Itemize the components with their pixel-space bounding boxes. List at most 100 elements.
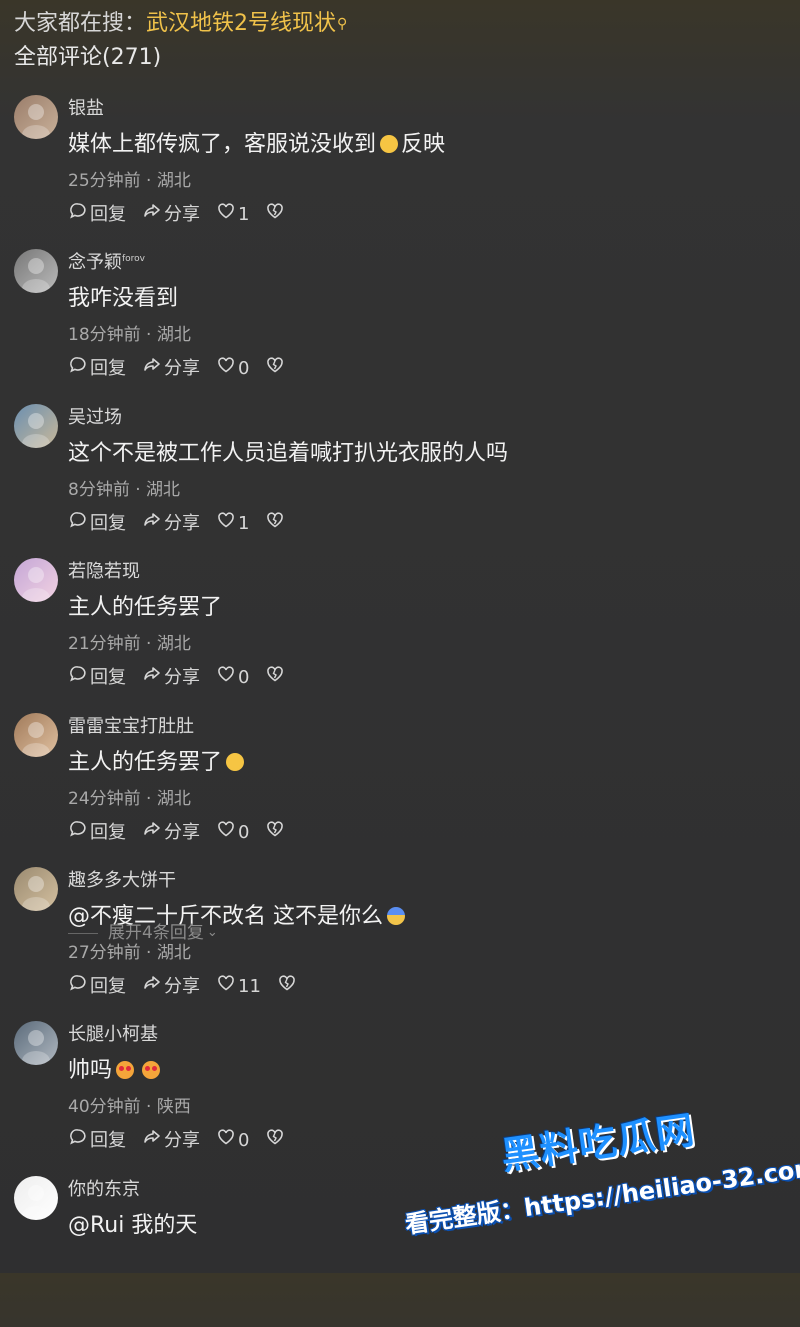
search-suggestion[interactable]: 大家都在搜：武汉地铁2号线现状⚲ bbox=[14, 8, 786, 40]
search-icon: ⚲ bbox=[337, 16, 348, 32]
broken-heart-icon bbox=[265, 819, 285, 847]
avatar[interactable] bbox=[14, 1021, 58, 1066]
like-button[interactable]: 0 bbox=[216, 664, 249, 692]
share-icon bbox=[142, 201, 164, 229]
dislike-button[interactable] bbox=[265, 819, 285, 847]
reply-button[interactable]: 回复 bbox=[68, 510, 126, 538]
divider bbox=[68, 932, 98, 934]
comment-actions: 回复 分享 0 bbox=[68, 1127, 790, 1155]
avatar[interactable] bbox=[14, 1175, 58, 1220]
like-button[interactable]: 0 bbox=[216, 355, 249, 383]
comment-text: 帅吗 bbox=[68, 1054, 790, 1088]
username[interactable]: 念予颖forov bbox=[68, 246, 790, 276]
reply-button[interactable]: 回复 bbox=[68, 819, 126, 847]
broken-heart-icon bbox=[277, 973, 297, 1001]
like-count: 0 bbox=[238, 667, 250, 689]
comment-text: 主人的任务罢了 bbox=[68, 746, 790, 780]
comment-actions: 回复 分享 0 bbox=[68, 664, 790, 692]
comment-item: 银盐媒体上都传疯了，客服说没收到 反映 25分钟前 · 湖北回复 分享 1 bbox=[0, 92, 800, 246]
share-button[interactable]: 分享 bbox=[142, 664, 200, 692]
expand-replies-button[interactable]: 展开4条回复 ⌄ bbox=[68, 920, 218, 946]
comment-text: 我咋没看到 bbox=[68, 286, 179, 312]
comment-icon bbox=[68, 1127, 90, 1155]
comment-icon bbox=[68, 355, 90, 383]
share-button[interactable]: 分享 bbox=[142, 973, 200, 1001]
like-button[interactable]: 11 bbox=[216, 973, 261, 1001]
avatar[interactable] bbox=[14, 712, 58, 757]
comment-text: 媒体上都传疯了，客服说没收到 反映 bbox=[68, 132, 446, 157]
comment-meta: 8分钟前 · 湖北 bbox=[68, 479, 181, 500]
comment-meta: 21分钟前 · 湖北 bbox=[68, 634, 191, 655]
username[interactable]: 你的东京 bbox=[68, 1173, 790, 1203]
comment-icon bbox=[68, 819, 90, 847]
comment-icon bbox=[68, 201, 90, 229]
header: 大家都在搜：武汉地铁2号线现状⚲ 全部评论(271) bbox=[0, 0, 800, 74]
search-prefix: 大家都在搜： bbox=[14, 11, 147, 36]
username[interactable]: 吴过场 bbox=[68, 401, 790, 431]
avatar[interactable] bbox=[14, 249, 58, 294]
share-button[interactable]: 分享 bbox=[142, 355, 200, 383]
reply-button[interactable]: 回复 bbox=[68, 973, 126, 1001]
like-count: 1 bbox=[238, 204, 250, 225]
share-button[interactable]: 分享 bbox=[142, 1127, 200, 1155]
emoji-icon bbox=[387, 906, 405, 925]
dislike-button[interactable] bbox=[265, 1127, 285, 1155]
username[interactable]: 银盐 bbox=[68, 92, 790, 122]
share-icon bbox=[142, 510, 164, 538]
comment-meta: 24分钟前 · 湖北 bbox=[68, 788, 191, 809]
heart-eyes-emoji-icon bbox=[116, 1061, 135, 1080]
heart-icon bbox=[216, 819, 238, 847]
comment-actions: 回复 分享 1 bbox=[68, 201, 790, 229]
comment-item: 雷雷宝宝打肚肚主人的任务罢了 24分钟前 · 湖北回复 分享 0 bbox=[0, 710, 800, 864]
like-count: 0 bbox=[238, 821, 250, 843]
share-button[interactable]: 分享 bbox=[142, 510, 200, 538]
avatar[interactable] bbox=[14, 558, 58, 603]
username[interactable]: 若隐若现 bbox=[68, 555, 790, 585]
comment-text-tail: 反映 bbox=[401, 132, 446, 157]
heart-icon bbox=[216, 1127, 238, 1155]
comment-icon bbox=[68, 510, 90, 538]
comment-icon bbox=[68, 973, 90, 1001]
comment-meta: 25分钟前 · 湖北 bbox=[68, 171, 191, 191]
comment-item: 吴过场 这个不是被工作人员追着喊打扒光衣服的人吗 8分钟前 · 湖北 回复 分享 1 bbox=[0, 401, 800, 555]
username[interactable]: 长腿小柯基 bbox=[68, 1018, 790, 1048]
dislike-button[interactable] bbox=[265, 201, 285, 229]
username[interactable]: 雷雷宝宝打肚肚 bbox=[68, 710, 790, 740]
comment-item: 念予颖forov 我咋没看到 18分钟前 · 湖北回复 分享 0 bbox=[0, 246, 800, 400]
comment-meta: 18分钟前 · 湖北 bbox=[68, 325, 191, 346]
comment-list: 银盐 媒体上都传疯了，客服说没收到 反映 25分钟前 · 湖北 回复 分享 1 念予颖foro… bbox=[0, 92, 800, 1327]
comment-meta: 40分钟前 · 陕西 bbox=[68, 1097, 191, 1118]
emoji-icon bbox=[226, 752, 245, 771]
chevron-down-icon: ⌄ bbox=[206, 925, 218, 940]
comment-count: 全部评论(271) bbox=[14, 45, 162, 70]
dislike-button[interactable] bbox=[277, 973, 297, 1001]
username[interactable]: 趣多多大饼干 bbox=[68, 864, 790, 894]
share-icon bbox=[142, 1127, 164, 1155]
share-icon bbox=[142, 664, 164, 692]
reply-button[interactable]: 回复 bbox=[68, 664, 126, 692]
dislike-button[interactable] bbox=[265, 664, 285, 692]
dislike-button[interactable] bbox=[265, 355, 285, 383]
reply-button[interactable]: 回复 bbox=[68, 201, 126, 229]
share-icon bbox=[142, 355, 164, 383]
like-button[interactable]: 1 bbox=[216, 510, 249, 538]
avatar[interactable] bbox=[14, 95, 58, 139]
dislike-button[interactable] bbox=[265, 510, 285, 538]
emoji-icon bbox=[380, 135, 399, 153]
like-button[interactable]: 1 bbox=[216, 201, 249, 229]
like-button[interactable]: 0 bbox=[216, 1127, 249, 1155]
like-button[interactable]: 0 bbox=[216, 819, 249, 847]
reply-button[interactable]: 回复 bbox=[68, 1127, 126, 1155]
share-button[interactable]: 分享 bbox=[142, 201, 200, 229]
comment-item: 若隐若现 主人的任务罢了 21分钟前 · 湖北 回复 分享 0 bbox=[0, 555, 800, 709]
share-icon bbox=[142, 819, 164, 847]
reply-button[interactable]: 回复 bbox=[68, 355, 126, 383]
avatar[interactable] bbox=[14, 403, 58, 448]
heart-icon bbox=[216, 510, 238, 538]
like-count: 0 bbox=[238, 358, 250, 380]
avatar[interactable] bbox=[14, 866, 58, 911]
share-button[interactable]: 分享 bbox=[142, 819, 200, 847]
search-term-link[interactable]: 武汉地铁2号线现状 bbox=[146, 11, 336, 36]
broken-heart-icon bbox=[265, 664, 285, 692]
share-icon bbox=[142, 973, 164, 1001]
